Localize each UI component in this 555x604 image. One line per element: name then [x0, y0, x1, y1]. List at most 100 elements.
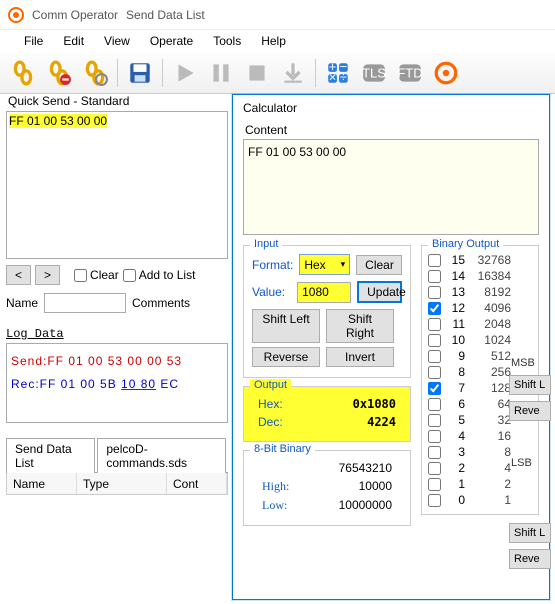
pause-icon[interactable] [204, 56, 238, 90]
menu-edit[interactable]: Edit [55, 32, 92, 50]
link-icon[interactable] [6, 56, 40, 90]
bit-checkbox-6[interactable] [428, 398, 441, 411]
bit-val: 128 [471, 381, 511, 395]
svg-text:×: × [329, 70, 337, 85]
menu-tools[interactable]: Tools [205, 32, 249, 50]
svg-text:FTD: FTD [397, 65, 422, 80]
shift-right-button[interactable]: Shift Right [326, 309, 394, 343]
bit-checkbox-3[interactable] [428, 446, 441, 459]
log-box[interactable]: Send:FF 01 00 53 00 00 53 Rec:FF 01 00 5… [6, 343, 228, 423]
bit-num: 0 [447, 493, 465, 507]
col-content[interactable]: Cont [167, 473, 227, 494]
invert-button[interactable]: Invert [326, 347, 394, 367]
menu-file[interactable]: File [16, 32, 51, 50]
side-reverse-button-1[interactable]: Reve [509, 401, 551, 421]
shift-left-button[interactable]: Shift Left [252, 309, 320, 343]
ftd-icon[interactable]: FTD [393, 56, 427, 90]
link-break-icon[interactable] [42, 56, 76, 90]
bit-val: 8 [471, 445, 511, 459]
eightbit-fieldset: 8-Bit Binary 76543210 High:10000 Low:100… [243, 450, 411, 526]
side-shift-button-2[interactable]: Shift L [509, 523, 551, 543]
title-bar: Comm Operator Send Data List [0, 0, 555, 30]
low-label: Low: [262, 498, 287, 513]
target-icon[interactable] [429, 56, 463, 90]
menu-view[interactable]: View [96, 32, 138, 50]
bit-checkbox-5[interactable] [428, 414, 441, 427]
bit-num: 3 [447, 445, 465, 459]
prev-button[interactable]: < [6, 265, 31, 285]
bit-row-15: 1532768 [428, 252, 534, 268]
grid-header: Name Type Cont [6, 473, 228, 495]
bit-checkbox-10[interactable] [428, 334, 441, 347]
content-label: Content [245, 123, 539, 137]
bit-checkbox-0[interactable] [428, 494, 441, 507]
bit-num: 11 [447, 317, 465, 331]
bit-num: 5 [447, 413, 465, 427]
next-button[interactable]: > [35, 265, 60, 285]
bit-checkbox-9[interactable] [428, 350, 441, 363]
reverse-button[interactable]: Reverse [252, 347, 320, 367]
bit-val: 8192 [471, 285, 511, 299]
hex-label: Hex: [258, 397, 283, 411]
update-button[interactable]: Update [357, 281, 402, 303]
bit-checkbox-13[interactable] [428, 286, 441, 299]
tls-icon[interactable]: TLS [357, 56, 391, 90]
bit-num: 1 [447, 477, 465, 491]
col-name[interactable]: Name [7, 473, 77, 494]
side-shift-button-1[interactable]: Shift L [509, 375, 551, 395]
bit-checkbox-15[interactable] [428, 254, 441, 267]
bit-num: 10 [447, 333, 465, 347]
bit-val: 4096 [471, 301, 511, 315]
bit-checkbox-2[interactable] [428, 462, 441, 475]
low-value: 10000000 [339, 498, 392, 513]
content-box[interactable]: FF 01 00 53 00 00 [243, 139, 539, 235]
menu-operate[interactable]: Operate [142, 32, 201, 50]
play-icon[interactable] [168, 56, 202, 90]
tab-send-data-list[interactable]: Send Data List [6, 438, 95, 473]
calculator-panel: Calculator Content FF 01 00 53 00 00 Inp… [232, 94, 550, 600]
bit-checkbox-11[interactable] [428, 318, 441, 331]
app-title: Comm Operator [32, 8, 118, 22]
log-send-line: Send:FF 01 00 53 00 00 53 [11, 354, 182, 368]
side-reverse-button-2[interactable]: Reve [509, 549, 551, 569]
bit-num: 13 [447, 285, 465, 299]
bit-val: 1 [471, 493, 511, 507]
bit-checkbox-12[interactable] [428, 302, 441, 315]
app-icon [8, 7, 24, 23]
menu-help[interactable]: Help [253, 32, 294, 50]
clear-checkbox[interactable]: Clear [74, 268, 119, 282]
col-type[interactable]: Type [77, 473, 167, 494]
bit-checkbox-14[interactable] [428, 270, 441, 283]
msb-label: MSB [509, 355, 551, 375]
value-input[interactable] [297, 282, 351, 303]
svg-text:÷: ÷ [340, 70, 347, 85]
addtolist-checkbox[interactable]: Add to List [123, 268, 196, 282]
log-title: Log Data [6, 327, 228, 341]
bit-checkbox-8[interactable] [428, 366, 441, 379]
bit-num: 2 [447, 461, 465, 475]
format-select[interactable]: Hex [299, 254, 350, 275]
tab-pelcod[interactable]: pelcoD-commands.sds [97, 438, 226, 473]
input-fieldset: Input Format: Hex Clear Value: Update Sh… [243, 245, 411, 378]
bit-val: 32 [471, 413, 511, 427]
bit-val: 1024 [471, 333, 511, 347]
bit-val: 2048 [471, 317, 511, 331]
bit-val: 64 [471, 397, 511, 411]
save-icon[interactable] [123, 56, 157, 90]
quicksend-box[interactable]: FF 01 00 53 00 00 [6, 111, 228, 259]
download-icon[interactable] [276, 56, 310, 90]
bit-checkbox-7[interactable] [428, 382, 441, 395]
calculator-icon[interactable]: +−×÷ [321, 56, 355, 90]
menu-bar: File Edit View Operate Tools Help [0, 30, 555, 52]
name-label: Name [6, 296, 38, 310]
high-label: High: [262, 479, 289, 494]
clear-button[interactable]: Clear [356, 255, 402, 275]
bit-row-10: 10 1024 [428, 332, 534, 348]
bit-num: 7 [447, 381, 465, 395]
bit-checkbox-1[interactable] [428, 478, 441, 491]
name-input[interactable] [44, 293, 126, 313]
stop-icon[interactable] [240, 56, 274, 90]
bit-checkbox-4[interactable] [428, 430, 441, 443]
log-rec-line: Rec:FF 01 00 5B 10 80 EC [11, 377, 179, 391]
link-settings-icon[interactable] [78, 56, 112, 90]
